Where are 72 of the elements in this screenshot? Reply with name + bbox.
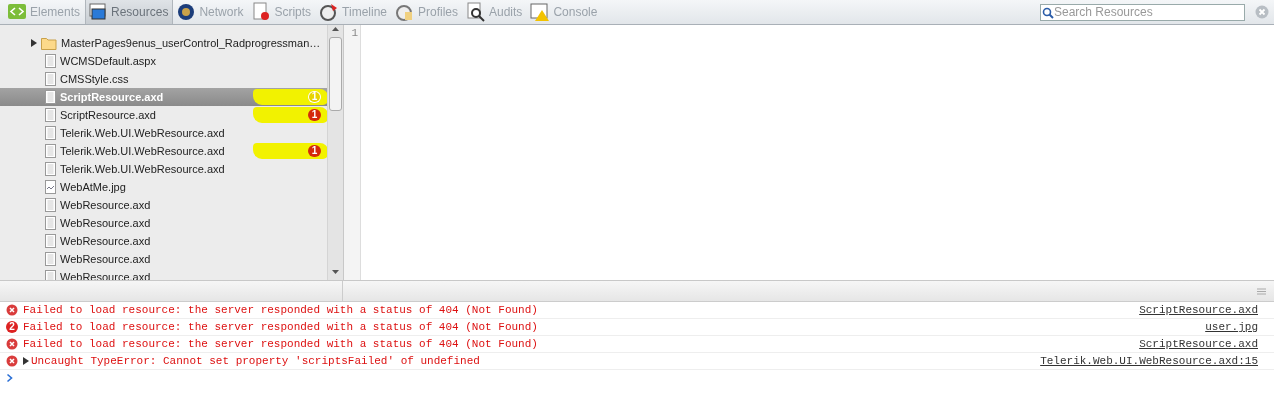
resource-name: WebResource.axd	[60, 199, 151, 211]
resource-item[interactable]: WebResource.axd	[0, 232, 327, 250]
error-message: Failed to load resource: the server responded with a status of 404 (Not Found)	[23, 304, 538, 316]
count-badge: 1	[308, 145, 321, 157]
count-badge: 1	[308, 91, 321, 103]
resource-name: ScriptResource.axd	[60, 109, 156, 121]
resource-name: WebResource.axd	[60, 235, 151, 247]
source-link[interactable]: ScriptResource.axd	[1139, 304, 1258, 316]
resource-item[interactable]: Telerik.Web.UI.WebResource.axd	[0, 160, 327, 178]
up-arrow-icon	[331, 25, 340, 33]
scrollbar-thumb[interactable]	[329, 37, 342, 111]
resource-name: WCMSDefault.aspx	[60, 55, 156, 67]
stopwatch-icon	[395, 2, 415, 22]
document-icon	[45, 72, 56, 86]
search-icon	[1042, 6, 1054, 19]
line-number: 1	[350, 27, 358, 39]
document-icon	[45, 252, 56, 266]
error-icon	[6, 338, 18, 350]
resource-name: Telerik.Web.UI.WebResource.axd	[60, 163, 225, 175]
error-icon	[6, 355, 18, 367]
error-icon	[6, 304, 18, 316]
resource-name: Telerik.Web.UI.WebResource.axd	[60, 145, 225, 157]
count-badge: 1	[308, 109, 321, 121]
expand-arrow-icon[interactable]	[23, 357, 29, 365]
resource-name: ScriptResource.axd	[60, 91, 164, 103]
repeat-count-badge: 2	[6, 321, 18, 333]
scrollbar[interactable]	[327, 25, 343, 280]
document-icon	[45, 90, 56, 104]
down-arrow-icon	[331, 268, 340, 276]
windows-icon	[88, 2, 109, 22]
source-link[interactable]: ScriptResource.axd	[1139, 338, 1258, 350]
source-link[interactable]: Telerik.Web.UI.WebResource.axd:15	[1040, 355, 1258, 367]
resource-name: Telerik.Web.UI.WebResource.axd	[60, 127, 225, 139]
resource-item[interactable]: WebResource.axd	[0, 196, 327, 214]
script-bug-icon	[251, 2, 272, 22]
error-message: Failed to load resource: the server responded with a status of 404 (Not Found)	[23, 321, 538, 333]
drawer-resize-bar[interactable]	[0, 281, 1274, 302]
document-icon	[45, 54, 56, 68]
error-message: Uncaught TypeError: Cannot set property 'scriptsFailed' of undefined	[31, 355, 480, 367]
document-icon	[45, 198, 56, 212]
resource-name: CMSStyle.css	[60, 73, 129, 85]
resource-item[interactable]: ScriptResource.axd 1	[0, 106, 327, 124]
prompt-chevron-icon	[6, 373, 14, 383]
image-file-icon	[45, 180, 56, 194]
search-field[interactable]: Search Resources	[1040, 3, 1245, 21]
error-message: Failed to load resource: the server responded with a status of 404 (Not Found)	[23, 338, 538, 350]
globe-icon	[176, 2, 197, 22]
resource-item[interactable]: WebAtMe.jpg	[0, 178, 327, 196]
folder-icon	[41, 36, 57, 50]
console-warning-icon	[530, 2, 551, 22]
resource-name: WebResource.axd	[60, 217, 151, 229]
resource-item[interactable]: Telerik.Web.UI.WebResource.axd	[0, 124, 327, 142]
magnifier-icon	[466, 2, 486, 22]
document-icon	[45, 216, 56, 230]
document-icon	[45, 126, 56, 140]
code-brackets-icon	[7, 2, 27, 22]
document-icon	[45, 108, 56, 122]
resource-item[interactable]: MasterPages9enus_userControl_Radprogressman…	[0, 34, 327, 52]
resource-name: MasterPages9enus_userControl_Radprogressman…	[61, 37, 321, 49]
document-icon	[45, 234, 56, 248]
document-icon	[45, 162, 56, 176]
source-link[interactable]: user.jpg	[1205, 321, 1258, 333]
document-icon	[45, 144, 56, 158]
resource-item[interactable]: Telerik.Web.UI.WebResource.axd 1	[0, 142, 327, 160]
grip-icon	[1257, 287, 1266, 295]
resource-item[interactable]: WebResource.axd	[0, 250, 327, 268]
resource-item[interactable]: WCMSDefault.aspx	[0, 52, 327, 70]
resource-name: WebResource.axd	[60, 253, 151, 265]
close-icon[interactable]	[1255, 5, 1269, 19]
resource-name: WebAtMe.jpg	[60, 181, 126, 193]
resource-item[interactable]: WebResource.axd	[0, 214, 327, 232]
resource-item[interactable]: CMSStyle.css	[0, 70, 327, 88]
